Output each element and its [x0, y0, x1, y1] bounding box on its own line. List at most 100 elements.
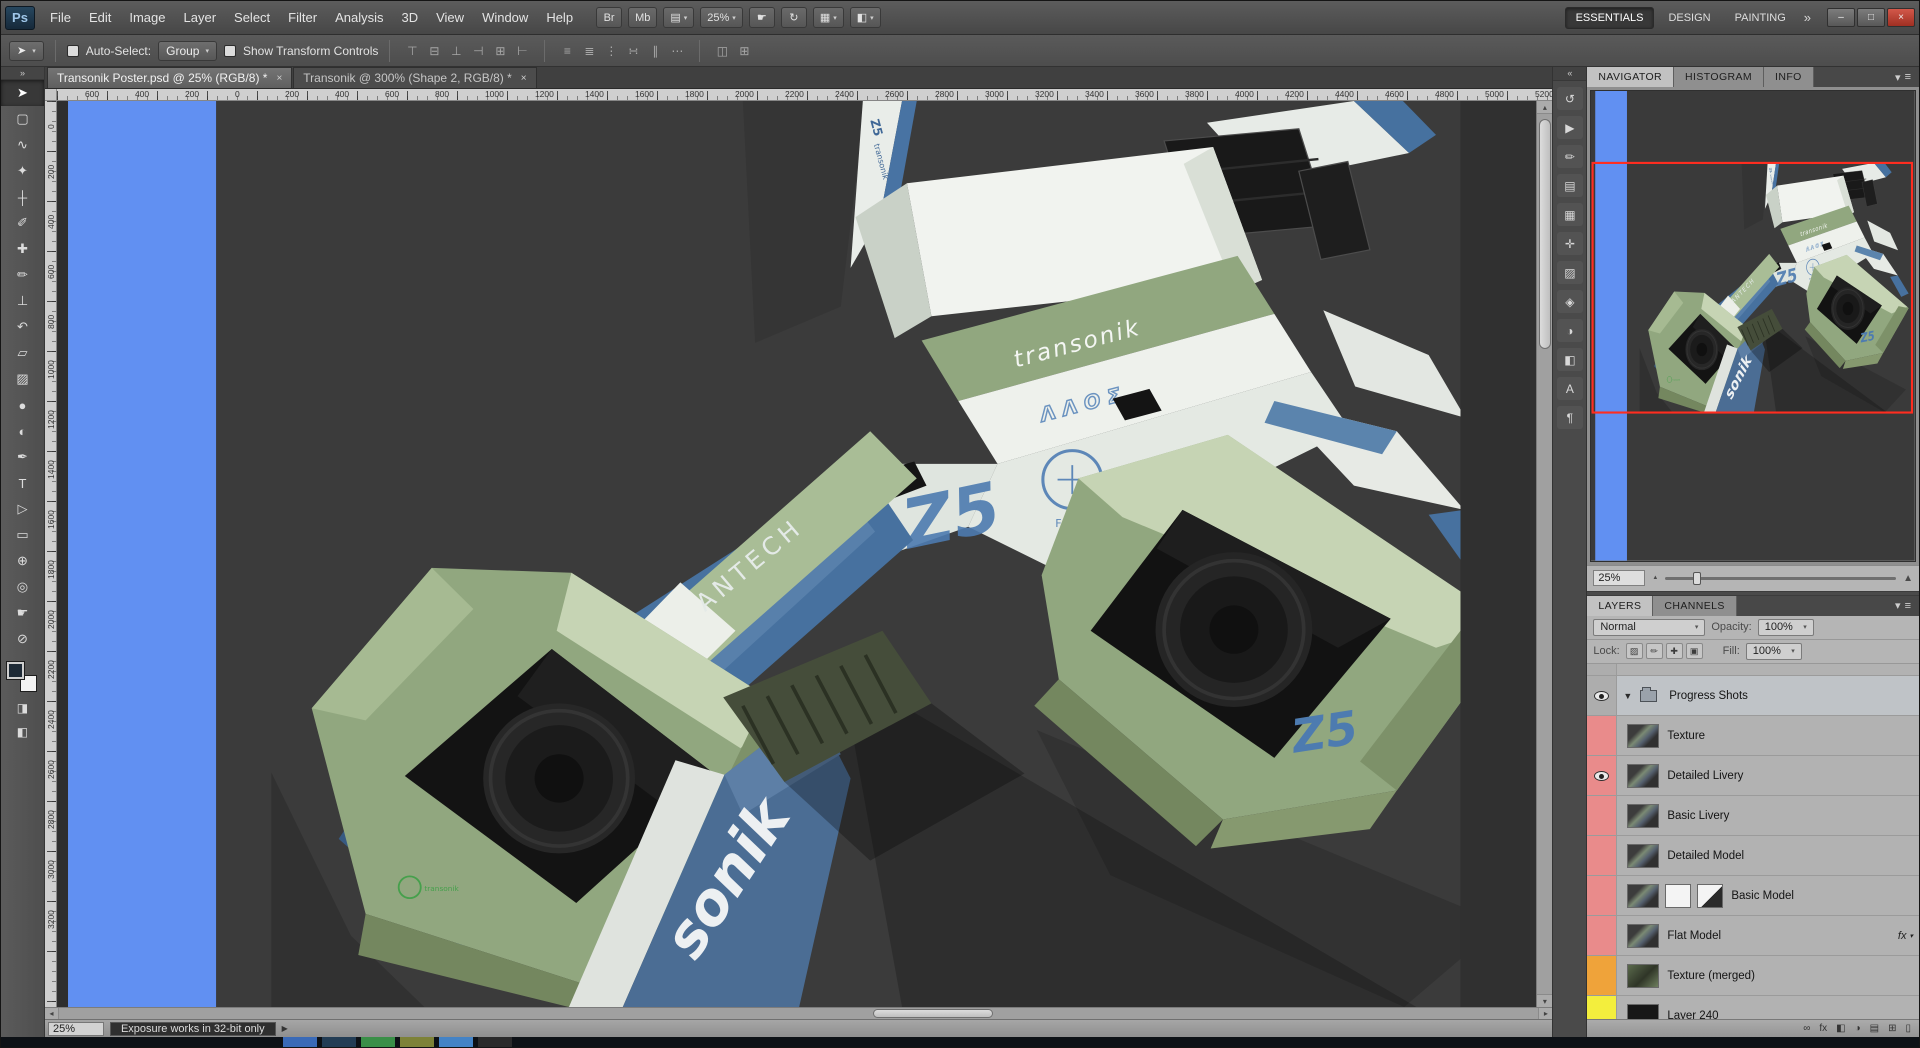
distribute-left-edges-icon[interactable]: ∺	[622, 41, 644, 61]
layer-row-detailed-model[interactable]: Detailed Model	[1587, 835, 1919, 876]
align-left-edges-icon[interactable]: ⊣	[467, 41, 489, 61]
vertical-ruler[interactable]: 0 200 400 600 800 1000 1200 1400 1600 1800 2000 220…	[44, 101, 57, 1007]
move-tool[interactable]: ➤	[1, 80, 44, 106]
lock-position-icon[interactable]: ✚	[1665, 643, 1683, 660]
taskbar-app-block[interactable]	[400, 1037, 434, 1047]
lock-transparency-icon[interactable]: ▨	[1625, 643, 1643, 660]
layer-thumbnail[interactable]	[1627, 923, 1660, 948]
menu-help[interactable]: Help	[537, 6, 582, 30]
distribute-top-edges-icon[interactable]: ≡	[556, 41, 578, 61]
mini-bridge-button[interactable]: Mb	[628, 7, 658, 28]
workspace-painting[interactable]: PAINTING	[1725, 7, 1796, 29]
zoom-tool[interactable]: ⊘	[1, 626, 44, 652]
new-layer-icon[interactable]: ⊞	[1888, 1023, 1896, 1034]
menu-3d[interactable]: 3D	[392, 6, 427, 30]
menu-analysis[interactable]: Analysis	[326, 6, 392, 30]
history-brush-tool[interactable]: ↶	[1, 314, 44, 340]
layer-thumbnail[interactable]	[1627, 1003, 1660, 1019]
bridge-button[interactable]: Br	[596, 7, 623, 28]
panel-tab-histogram[interactable]: HISTOGRAM	[1674, 67, 1765, 87]
panel-tab-layers[interactable]: LAYERS	[1587, 595, 1654, 616]
layer-thumbnail[interactable]	[1627, 763, 1660, 788]
minimize-button[interactable]: –	[1827, 8, 1855, 27]
zoom-level-select[interactable]: 25% ▾	[700, 7, 743, 28]
distribute-vertical-centers-icon[interactable]: ≣	[578, 41, 600, 61]
type-tool[interactable]: T	[1, 470, 44, 496]
zoom-out-mountain-icon[interactable]: ▲	[1652, 575, 1658, 581]
layer-row-texture-merged[interactable]: Texture (merged)	[1587, 955, 1919, 996]
vertical-scrollbar[interactable]: ▴ ▾	[1536, 101, 1553, 1007]
color-swatches[interactable]	[5, 660, 39, 694]
align-vertical-centers-icon[interactable]: ⊟	[423, 41, 445, 61]
status-menu-arrow[interactable]: ▶	[282, 1024, 288, 1033]
clone-source-panel-icon[interactable]: ✛	[1556, 232, 1583, 255]
add-layer-mask-icon[interactable]: ◧	[1836, 1023, 1845, 1034]
visibility-toggle[interactable]	[1587, 755, 1618, 795]
distribute-horizontal-centers-icon[interactable]: ∥	[644, 41, 666, 61]
close-button[interactable]: ×	[1887, 8, 1915, 27]
layer-row-progress-shots[interactable]: ▼ Progress Shots	[1587, 675, 1919, 716]
adjustments-panel-icon[interactable]: ◑	[1556, 319, 1583, 342]
scroll-right-arrow[interactable]: ▸	[1538, 1008, 1553, 1019]
horizontal-scrollbar[interactable]: ◂ ▸	[44, 1007, 1553, 1019]
visibility-toggle[interactable]	[1587, 795, 1618, 835]
document-tab[interactable]: Transonik Poster.psd @ 25% (RGB/8) * ×	[46, 67, 293, 88]
paragraph-panel-icon[interactable]: ¶	[1556, 406, 1583, 429]
layer-row-basic-livery[interactable]: Basic Livery	[1587, 795, 1919, 836]
history-panel-icon[interactable]: ↺	[1556, 87, 1583, 110]
panel-tab-info[interactable]: INFO	[1764, 67, 1814, 87]
taskbar-app-block[interactable]	[283, 1037, 317, 1047]
layer-row-layer-240[interactable]: Layer 240	[1587, 995, 1919, 1019]
menu-layer[interactable]: Layer	[175, 6, 226, 30]
eraser-tool[interactable]: ▱	[1, 340, 44, 366]
close-tab-icon[interactable]: ×	[521, 73, 527, 84]
brush-panel-icon[interactable]: ✏	[1556, 145, 1583, 168]
navigator-zoom-input[interactable]: 25%	[1593, 570, 1646, 587]
distribute-right-edges-icon[interactable]: ⋯	[666, 41, 688, 61]
rotate-view-button[interactable]: ↻	[780, 7, 807, 28]
blur-tool[interactable]: ●	[1, 392, 44, 418]
layer-row-flat-model[interactable]: Flat Model fx ▾	[1587, 915, 1919, 956]
rectangular-marquee-tool[interactable]: ▢	[1, 106, 44, 132]
menu-image[interactable]: Image	[120, 6, 174, 30]
distribute-bottom-edges-icon[interactable]: ⋮	[600, 41, 622, 61]
show-transform-checkbox[interactable]	[223, 44, 236, 57]
taskbar-app-block[interactable]	[322, 1037, 356, 1047]
workspace-essentials[interactable]: ESSENTIALS	[1564, 6, 1655, 29]
restore-button[interactable]: □	[1857, 8, 1885, 27]
layer-row-graphics-branding[interactable]: ▼Graphics (Branding)	[1587, 663, 1919, 676]
new-group-icon[interactable]: ▤	[1870, 1023, 1879, 1034]
eyedropper-tool[interactable]: ✐	[1, 210, 44, 236]
healing-brush-tool[interactable]: ✚	[1, 236, 44, 262]
status-zoom-input[interactable]: 25%	[47, 1021, 104, 1036]
delete-layer-icon[interactable]: ▯	[1905, 1023, 1911, 1034]
visibility-toggle[interactable]	[1587, 663, 1618, 675]
rectangle-tool[interactable]: ▭	[1, 522, 44, 548]
vertical-scroll-thumb[interactable]	[1539, 119, 1552, 349]
visibility-toggle[interactable]	[1587, 995, 1618, 1019]
workspace-overflow-button[interactable]: »	[1796, 10, 1819, 25]
visibility-toggle[interactable]	[1587, 875, 1618, 915]
view-extras-button[interactable]: ▤ ▾	[663, 7, 695, 28]
layer-effects-badge[interactable]: fx ▾	[1898, 930, 1913, 942]
disclosure-triangle[interactable]: ▼	[1623, 691, 1632, 701]
screen-mode-button[interactable]: ◧ ▾	[849, 7, 881, 28]
visibility-toggle[interactable]	[1587, 915, 1618, 955]
lock-all-icon[interactable]: ▣	[1685, 643, 1703, 660]
navigator-zoom-slider[interactable]	[1665, 571, 1897, 585]
scroll-down-arrow[interactable]: ▾	[1537, 994, 1553, 1007]
taskbar-app-block[interactable]	[361, 1037, 395, 1047]
gradient-tool[interactable]: ▨	[1, 366, 44, 392]
navigator-zoom-thumb[interactable]	[1692, 571, 1701, 585]
lasso-tool[interactable]: ∿	[1, 132, 44, 158]
styles-panel-icon[interactable]: ◈	[1556, 290, 1583, 313]
quick-mask-button[interactable]: ◨	[1, 696, 44, 720]
toolbar-collapse-button[interactable]: »	[1, 67, 44, 80]
fill-input[interactable]: 100% ▾	[1745, 642, 1802, 660]
menu-view[interactable]: View	[427, 6, 473, 30]
masks-panel-icon[interactable]: ◧	[1556, 348, 1583, 371]
adjustment-layer-icon[interactable]: ◑	[1855, 1023, 1861, 1034]
actions-panel-icon[interactable]: ▶	[1556, 116, 1583, 139]
swatches-panel-icon[interactable]: ▨	[1556, 261, 1583, 284]
taskbar-app-block[interactable]	[439, 1037, 473, 1047]
